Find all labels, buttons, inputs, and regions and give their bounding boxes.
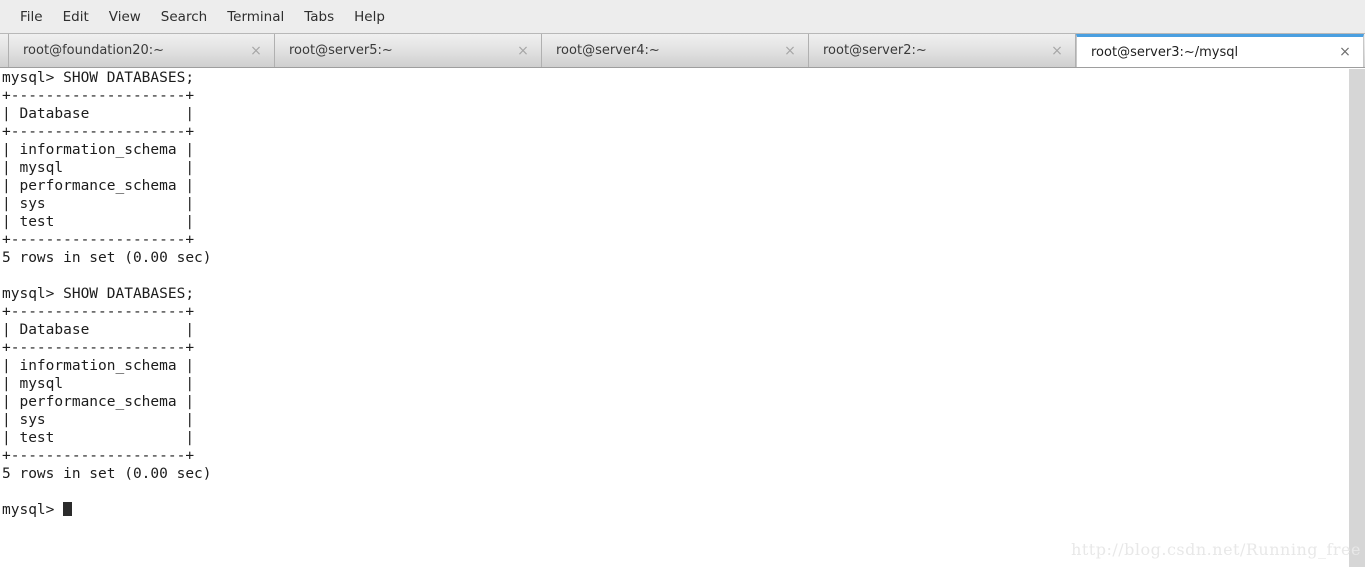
terminal-viewport[interactable]: mysql> SHOW DATABASES; +----------------… — [0, 69, 1349, 567]
terminal-prompt: mysql> — [2, 502, 64, 518]
scrollbar-thumb[interactable] — [1349, 69, 1365, 567]
tab-label: root@server3:~/mysql — [1091, 44, 1239, 60]
menu-tabs[interactable]: Tabs — [294, 6, 344, 28]
close-icon[interactable]: × — [1333, 45, 1357, 59]
tab-root-server2[interactable]: root@server2:~ × — [809, 34, 1076, 67]
tab-root-server4[interactable]: root@server4:~ × — [542, 34, 809, 67]
terminal-scrollbar[interactable] — [1349, 69, 1365, 567]
close-icon[interactable]: × — [511, 44, 535, 58]
menu-file[interactable]: File — [10, 6, 53, 28]
menu-search[interactable]: Search — [151, 6, 217, 28]
tab-root-server5[interactable]: root@server5:~ × — [275, 34, 542, 67]
terminal-output: mysql> SHOW DATABASES; +----------------… — [0, 69, 1349, 519]
tab-root-foundation20[interactable]: root@foundation20:~ × — [8, 34, 275, 67]
menu-view[interactable]: View — [99, 6, 151, 28]
menu-edit[interactable]: Edit — [53, 6, 99, 28]
tab-bar: root@foundation20:~ × root@server5:~ × r… — [0, 34, 1365, 68]
close-icon[interactable]: × — [244, 44, 268, 58]
terminal-cursor — [63, 502, 73, 516]
tab-label: root@server4:~ — [556, 43, 660, 58]
tab-label: root@server5:~ — [289, 43, 393, 58]
tab-root-server3-mysql[interactable]: root@server3:~/mysql × — [1076, 34, 1364, 67]
close-icon[interactable]: × — [1045, 44, 1069, 58]
menu-bar: File Edit View Search Terminal Tabs Help — [0, 0, 1365, 34]
watermark-text: http://blog.csdn.net/Running_free — [1071, 540, 1361, 559]
menu-terminal[interactable]: Terminal — [217, 6, 294, 28]
tab-label: root@foundation20:~ — [23, 43, 165, 58]
tab-label: root@server2:~ — [823, 43, 927, 58]
close-icon[interactable]: × — [778, 44, 802, 58]
terminal-scrollback: mysql> SHOW DATABASES; +----------------… — [2, 70, 212, 482]
menu-help[interactable]: Help — [344, 6, 395, 28]
